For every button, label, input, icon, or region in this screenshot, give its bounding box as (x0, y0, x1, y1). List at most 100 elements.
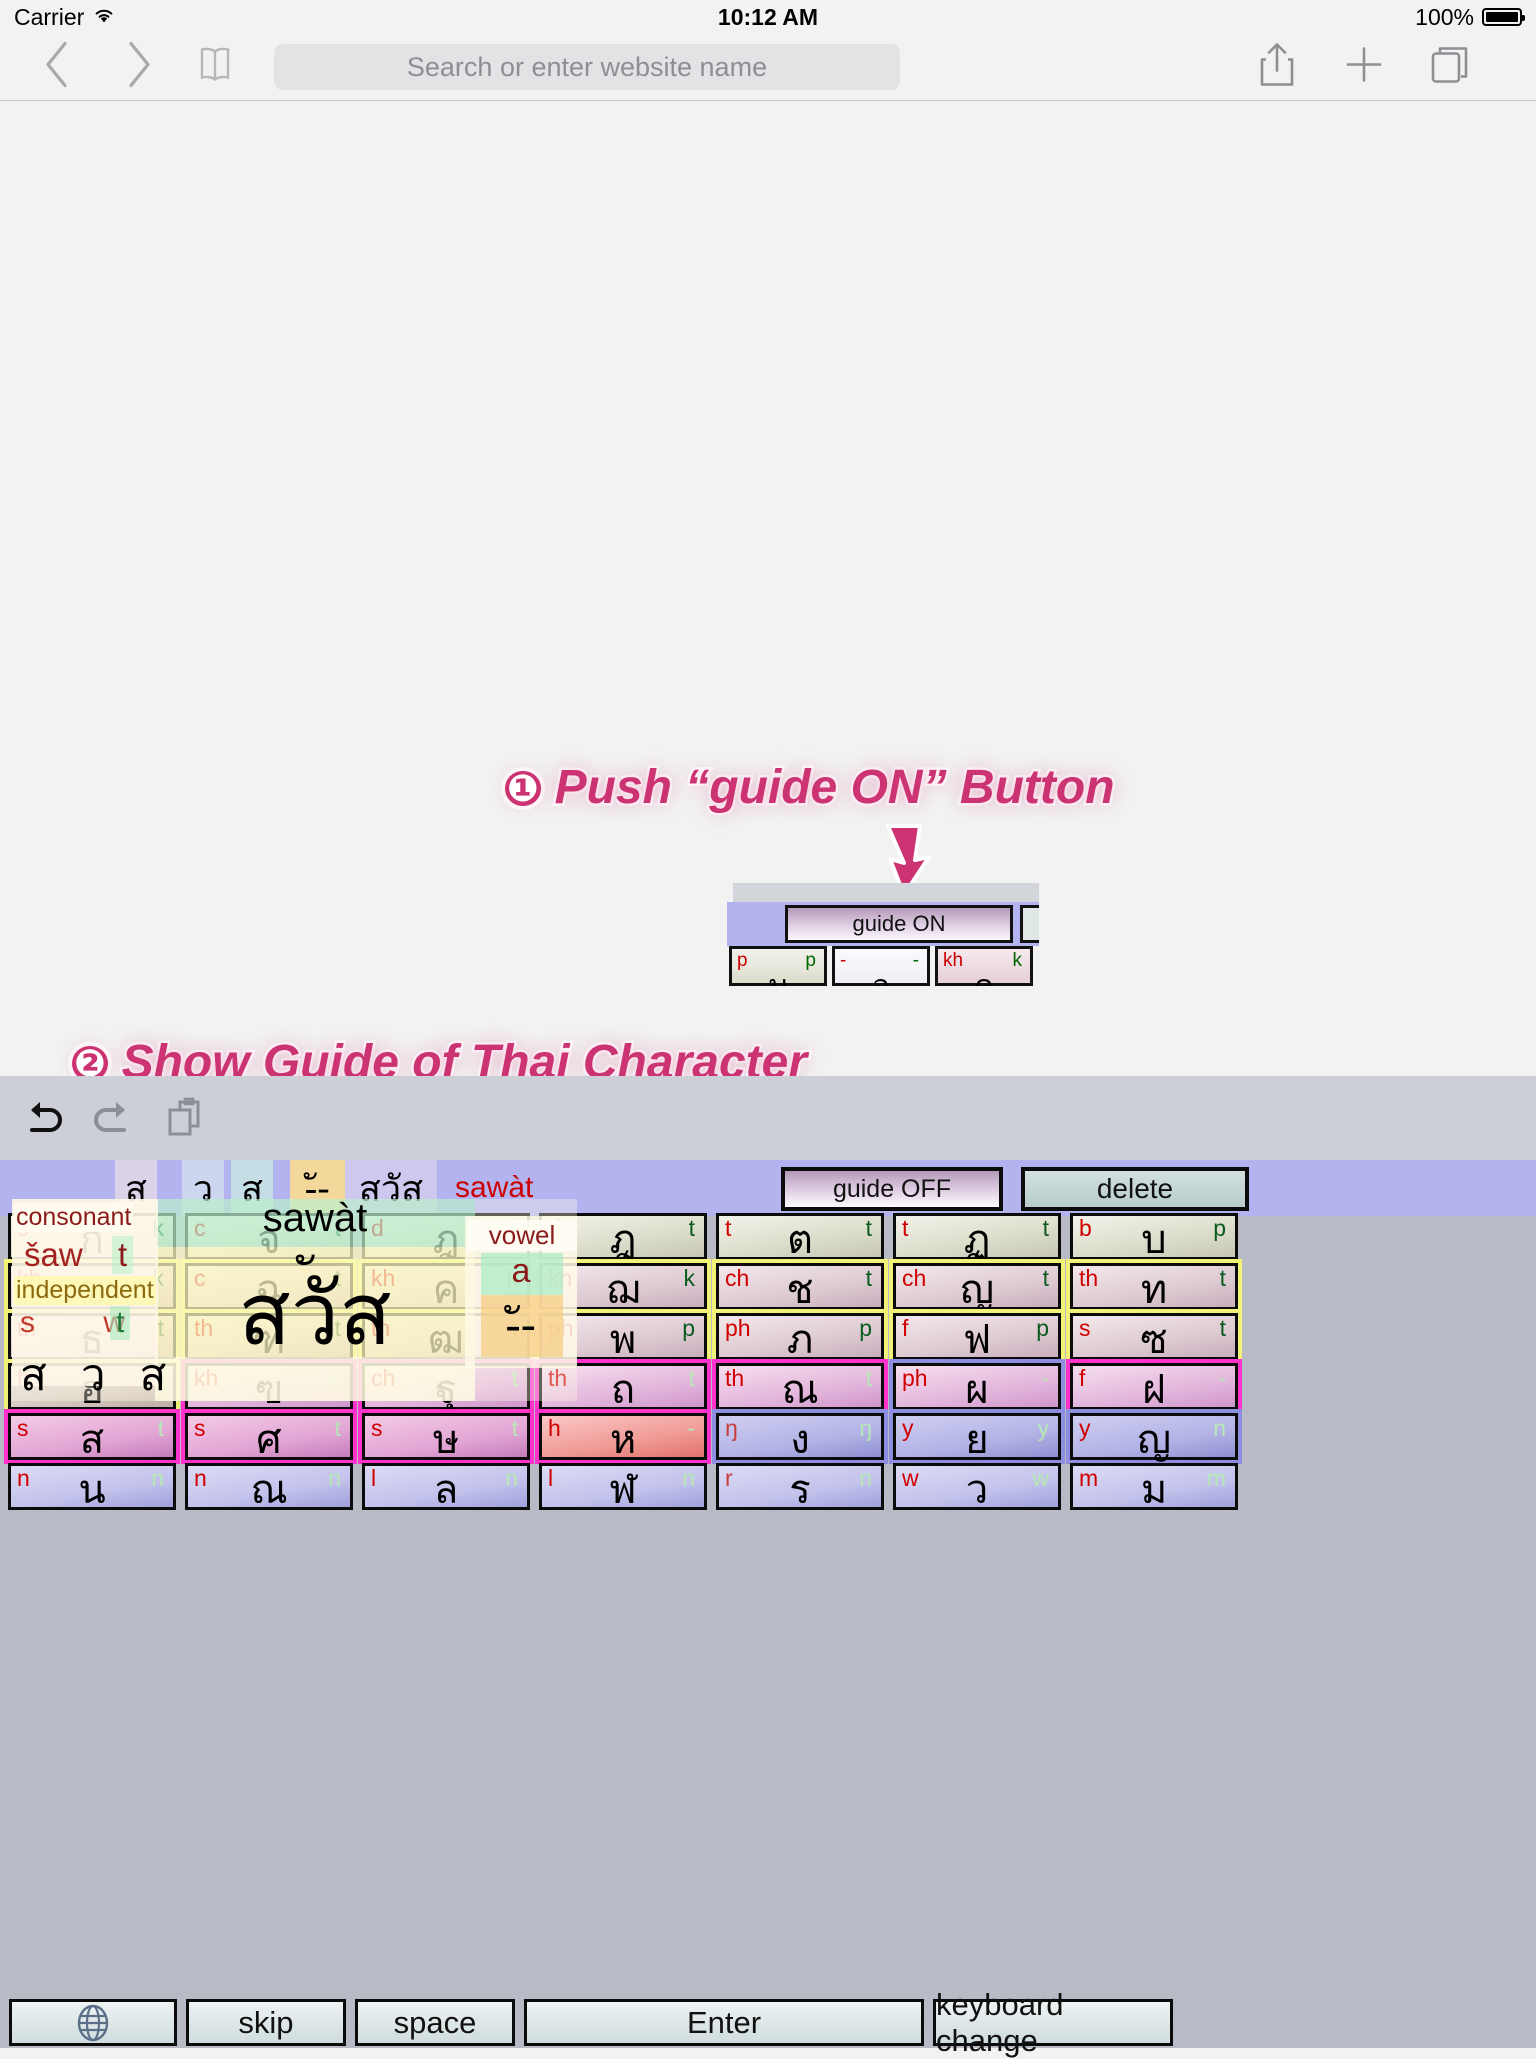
keyboard-key[interactable]: dฎt (362, 1213, 530, 1260)
key-char: ฝ (1142, 1367, 1166, 1413)
inset-key-right-label: - (912, 950, 919, 971)
paste-icon[interactable] (162, 1096, 206, 1145)
keyboard-key[interactable]: th ถ t (539, 1363, 707, 1410)
keyboard-key[interactable]: yยy (893, 1413, 1061, 1460)
keyboard-key[interactable]: fฝ- (1070, 1363, 1238, 1410)
keyboard-key[interactable]: fฟp (893, 1313, 1061, 1360)
inset-delete-button-edge[interactable] (1020, 905, 1039, 943)
status-bar: Carrier 10:12 AM 100% (0, 0, 1536, 34)
inset-key[interactable]: - อ - (832, 946, 930, 986)
candidate-item[interactable]: -ั- (290, 1160, 345, 1216)
keyboard-key[interactable]: sศt (185, 1413, 353, 1460)
undo-icon[interactable] (20, 1096, 66, 1145)
keyboard-key[interactable]: th ฑ t (185, 1313, 353, 1360)
keyboard-key[interactable]: bบp (1070, 1213, 1238, 1260)
key-right-label: t (1042, 1215, 1049, 1241)
key-char: ณ (250, 1467, 288, 1513)
keyboard-key[interactable]: yญn (1070, 1413, 1238, 1460)
space-key[interactable]: space (355, 1999, 515, 2046)
candidate-item[interactable]: ว (182, 1160, 224, 1216)
keyboard-key[interactable]: th ฒ t (362, 1313, 530, 1360)
keyboard-key[interactable]: hห- (539, 1413, 707, 1460)
status-bar-clock: 10:12 AM (717, 3, 819, 30)
keyboard-key[interactable]: ph ผ - (893, 1363, 1061, 1410)
browser-toolbar: Search or enter website name (0, 34, 1536, 101)
key-char: ฟ (962, 1317, 992, 1363)
keyboard-key[interactable]: wวw (893, 1463, 1061, 1510)
keyboard-key[interactable]: ŋงŋ (716, 1413, 884, 1460)
keyboard-key[interactable]: ph ภ p (716, 1313, 884, 1360)
keyboard-key[interactable]: ch ฐ t (362, 1363, 530, 1410)
key-char: ฉ (255, 1267, 283, 1313)
bookmarks-icon[interactable] (192, 42, 238, 93)
keyboard-key[interactable]: sซt (1070, 1313, 1238, 1360)
redo-icon[interactable] (90, 1096, 136, 1145)
keyboard-key[interactable]: kh ค k (362, 1263, 530, 1310)
candidate-item[interactable]: ส (231, 1160, 273, 1216)
keyboard-function-row: skip space Enter keyboard change (0, 1987, 1536, 2058)
key-char: ถ (610, 1367, 636, 1413)
key-char: ค (432, 1267, 460, 1313)
key-right-label: t (865, 1265, 872, 1291)
keyboard-key[interactable]: lลn (362, 1463, 530, 1510)
guide-off-button[interactable]: guide OFF (781, 1167, 1003, 1211)
key-right-label: p (859, 1315, 872, 1341)
keyboard-key[interactable]: ch ช t (716, 1263, 884, 1310)
candidate-item[interactable]: สวัส (345, 1160, 437, 1216)
delete-key[interactable]: delete (1021, 1167, 1249, 1211)
keyboard-key[interactable]: dฎt (539, 1213, 707, 1260)
enter-key[interactable]: Enter (524, 1999, 924, 2046)
globe-icon[interactable] (9, 1999, 177, 2046)
keyboard-key[interactable]: ph พ p (539, 1313, 707, 1360)
key-right-label: t (511, 1215, 518, 1241)
keyboard-key[interactable]: nนn (8, 1463, 176, 1510)
keyboard-change-key[interactable]: keyboard change (933, 1987, 1173, 2058)
keyboard-key[interactable]: th ท t (1070, 1263, 1238, 1310)
new-tab-button[interactable] (1342, 43, 1386, 92)
keyboard-row: sสt sศt sษt hห- ŋงŋ yยy yญn (0, 1413, 1536, 1462)
keyboard-key[interactable]: kh ฃ k (185, 1363, 353, 1410)
keyboard-key[interactable]: sษt (362, 1413, 530, 1460)
keyboard-key[interactable]: tฏt (893, 1213, 1061, 1260)
guide-on-button[interactable]: guide ON (785, 905, 1013, 943)
keyboard-row: th ธ t th ฑ t th ฒ t ph พ p ph ภ p fฟp sซt (0, 1313, 1536, 1362)
key-right-label: p (682, 1315, 695, 1341)
candidate-suggestion-strip: ส ว ส -ั- สวัส sawàt (0, 1160, 1536, 1216)
keyboard-key[interactable]: ch ญ t (893, 1263, 1061, 1310)
key-right-label: n (682, 1465, 695, 1491)
back-button[interactable] (40, 39, 74, 96)
share-icon[interactable] (1255, 41, 1299, 94)
keyboard-key[interactable]: th ธ t (8, 1313, 176, 1360)
key-char: ห (609, 1417, 637, 1463)
key-char: ฃ (254, 1367, 284, 1413)
inset-key[interactable]: p บ p (729, 946, 827, 986)
inset-key[interactable]: kh ค k (935, 946, 1033, 986)
keyboard-key[interactable]: hฮ- (8, 1363, 176, 1410)
tabs-button[interactable] (1428, 43, 1472, 92)
keyboard-key[interactable]: sสt (8, 1413, 176, 1460)
key-right-label: w (1032, 1465, 1049, 1491)
keyboard-key[interactable]: sกk (8, 1213, 176, 1260)
inset-key-right-label: k (1012, 950, 1023, 971)
key-right-label: p (1036, 1315, 1049, 1341)
keyboard-key[interactable]: kh ฌ k (539, 1263, 707, 1310)
keyboard-key[interactable]: kh ข k (8, 1263, 176, 1310)
keyboard-key[interactable]: tตt (716, 1213, 884, 1260)
key-right-label: t (157, 1315, 164, 1341)
keyboard-key[interactable]: nณn (185, 1463, 353, 1510)
keyboard-key[interactable]: th ณ t (716, 1363, 884, 1410)
search-input[interactable]: Search or enter website name (274, 44, 900, 90)
forward-button[interactable] (122, 39, 156, 96)
key-right-label: - (1041, 1365, 1049, 1391)
keyboard-key[interactable]: cจt (185, 1213, 353, 1260)
keyboard-key[interactable]: lฬn (539, 1463, 707, 1510)
key-right-label: t (688, 1365, 695, 1391)
keyboard-key[interactable]: mมm (1070, 1463, 1238, 1510)
key-char: ภ (786, 1317, 814, 1363)
keyboard-key[interactable]: cฉt (185, 1263, 353, 1310)
keyboard-key[interactable]: rรn (716, 1463, 884, 1510)
skip-key[interactable]: skip (186, 1999, 346, 2046)
key-char: ญ (959, 1267, 995, 1313)
status-bar-right: 100% (1415, 4, 1525, 31)
candidate-item[interactable]: ส (115, 1160, 157, 1216)
